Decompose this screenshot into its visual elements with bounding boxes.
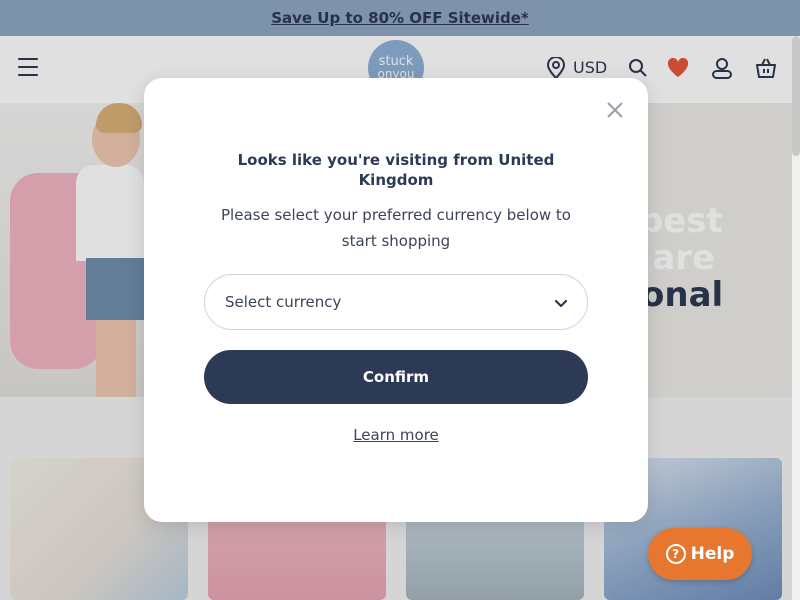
- help-icon: ?: [665, 544, 686, 564]
- currency-select-value: Select currency: [225, 293, 342, 311]
- currency-select[interactable]: Select currency: [204, 274, 588, 330]
- close-icon[interactable]: [605, 100, 625, 120]
- help-button[interactable]: ? Help: [648, 528, 752, 580]
- help-label: Help: [690, 544, 735, 564]
- confirm-button[interactable]: Confirm: [204, 350, 588, 404]
- learn-more-link[interactable]: Learn more: [144, 426, 648, 444]
- modal-title: Looks like you're visiting from United K…: [237, 151, 555, 189]
- currency-modal: Looks like you're visiting from United K…: [144, 78, 648, 522]
- chevron-down-icon: [553, 295, 569, 311]
- scrollbar-thumb[interactable]: [792, 36, 800, 156]
- modal-subtitle: Please select your preferred currency be…: [221, 206, 571, 250]
